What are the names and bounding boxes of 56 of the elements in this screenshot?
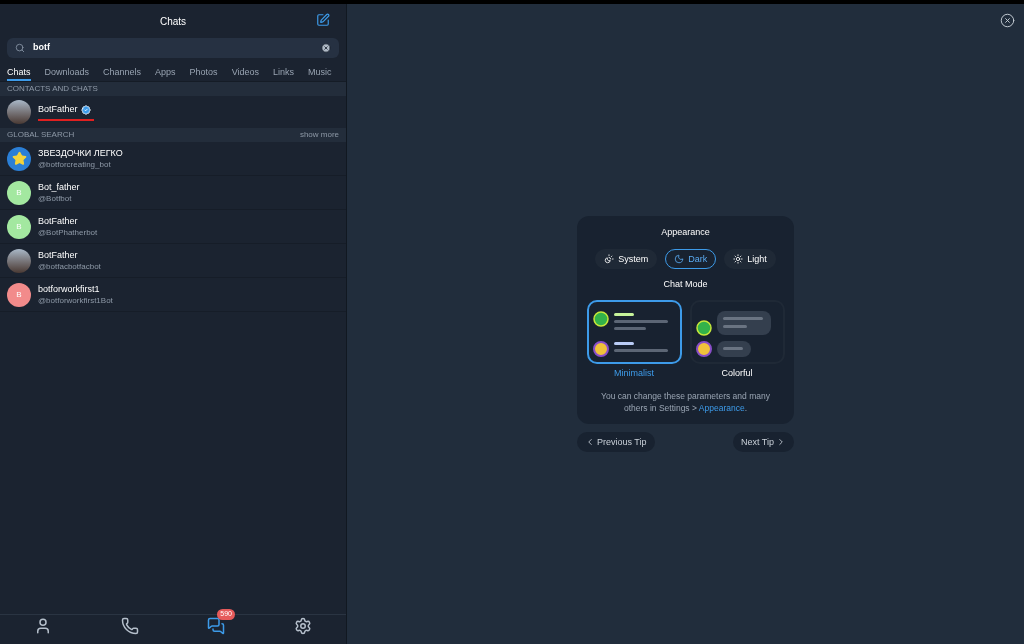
chevron-right-icon — [776, 437, 786, 448]
card-title: Appearance — [661, 225, 710, 239]
search-input: botf — [33, 41, 313, 55]
search-result-row[interactable]: B BotFather @BotPhatherbot — [0, 210, 346, 244]
result-username: @botforworkfirst1Bot — [38, 294, 113, 307]
header-title: Chats — [159, 14, 187, 29]
result-username: @Botfbot — [38, 192, 73, 205]
result-username: @botfacbotfacbot — [38, 260, 101, 273]
calls-tab-icon[interactable] — [120, 617, 139, 635]
result-name: BotFather — [38, 214, 79, 227]
compose-icon[interactable] — [316, 13, 330, 27]
filter-tab[interactable]: Downloads — [44, 63, 90, 81]
tip-text: You can change these parameters and many others in Settings > Appearance. — [600, 390, 771, 415]
filter-tab[interactable]: Links — [273, 63, 294, 81]
filter-tab[interactable]: Apps — [155, 63, 176, 81]
previous-tip-button[interactable]: Previous Tip — [577, 432, 655, 453]
result-name: botforworkfirst1 — [38, 282, 101, 295]
next-tip-button[interactable]: Next Tip — [733, 432, 794, 453]
filter-tab[interactable]: Channels — [103, 63, 142, 81]
photo-placeholder — [7, 100, 31, 124]
letter-avatar: B — [7, 180, 31, 205]
search-result-row[interactable]: BotFather @botfacbotfacbot — [0, 244, 346, 278]
show-more-link[interactable]: show more — [299, 129, 339, 141]
chats-tab-icon[interactable] — [207, 617, 226, 635]
result-name: ЗВЕЗДОЧКИ ЛЕГКО — [38, 146, 123, 159]
search-result-row[interactable]: B botforworkfirst1 @botforworkfirst1Bot — [0, 278, 346, 312]
theme-option[interactable]: Light — [724, 249, 776, 270]
section-header: GLOBAL SEARCH — [7, 129, 75, 141]
settings-tab-icon[interactable] — [293, 617, 312, 635]
filter-tab[interactable]: Photos — [189, 63, 218, 81]
search-field[interactable]: botf — [7, 38, 339, 58]
close-icon[interactable] — [1000, 13, 1015, 28]
result-name: BotFather — [38, 248, 79, 261]
chat-row[interactable]: BotFather — [0, 96, 346, 128]
search-result-row[interactable]: B Bot_father @Botfbot — [0, 176, 346, 210]
sun-moon-icon — [604, 254, 615, 265]
letter-avatar: B — [7, 214, 31, 239]
letter-avatar: B — [7, 282, 31, 307]
clear-icon[interactable] — [321, 43, 331, 53]
photo-placeholder — [7, 248, 31, 273]
chat-name: BotFather — [38, 103, 78, 117]
chevron-left-icon — [585, 437, 595, 448]
result-username: @botforcreating_bot — [38, 158, 112, 171]
sun-icon — [733, 254, 744, 265]
filter-tab[interactable]: Videos — [231, 63, 259, 81]
search-result-row[interactable]: ЗВЕЗДОЧКИ ЛЕГКО @botforcreating_bot — [0, 142, 346, 176]
search-icon — [15, 43, 25, 53]
section-header: CONTACTS AND CHATS — [0, 82, 346, 96]
result-username: @BotPhatherbot — [38, 226, 98, 239]
appearance-link[interactable]: Appearance — [698, 403, 745, 414]
theme-option[interactable]: System — [595, 249, 658, 270]
result-name: Bot_father — [38, 180, 80, 193]
star-avatar — [7, 146, 31, 171]
section-title: Chat Mode — [663, 278, 708, 292]
filter-tab[interactable]: Music — [308, 63, 332, 81]
moon-icon — [674, 254, 685, 265]
